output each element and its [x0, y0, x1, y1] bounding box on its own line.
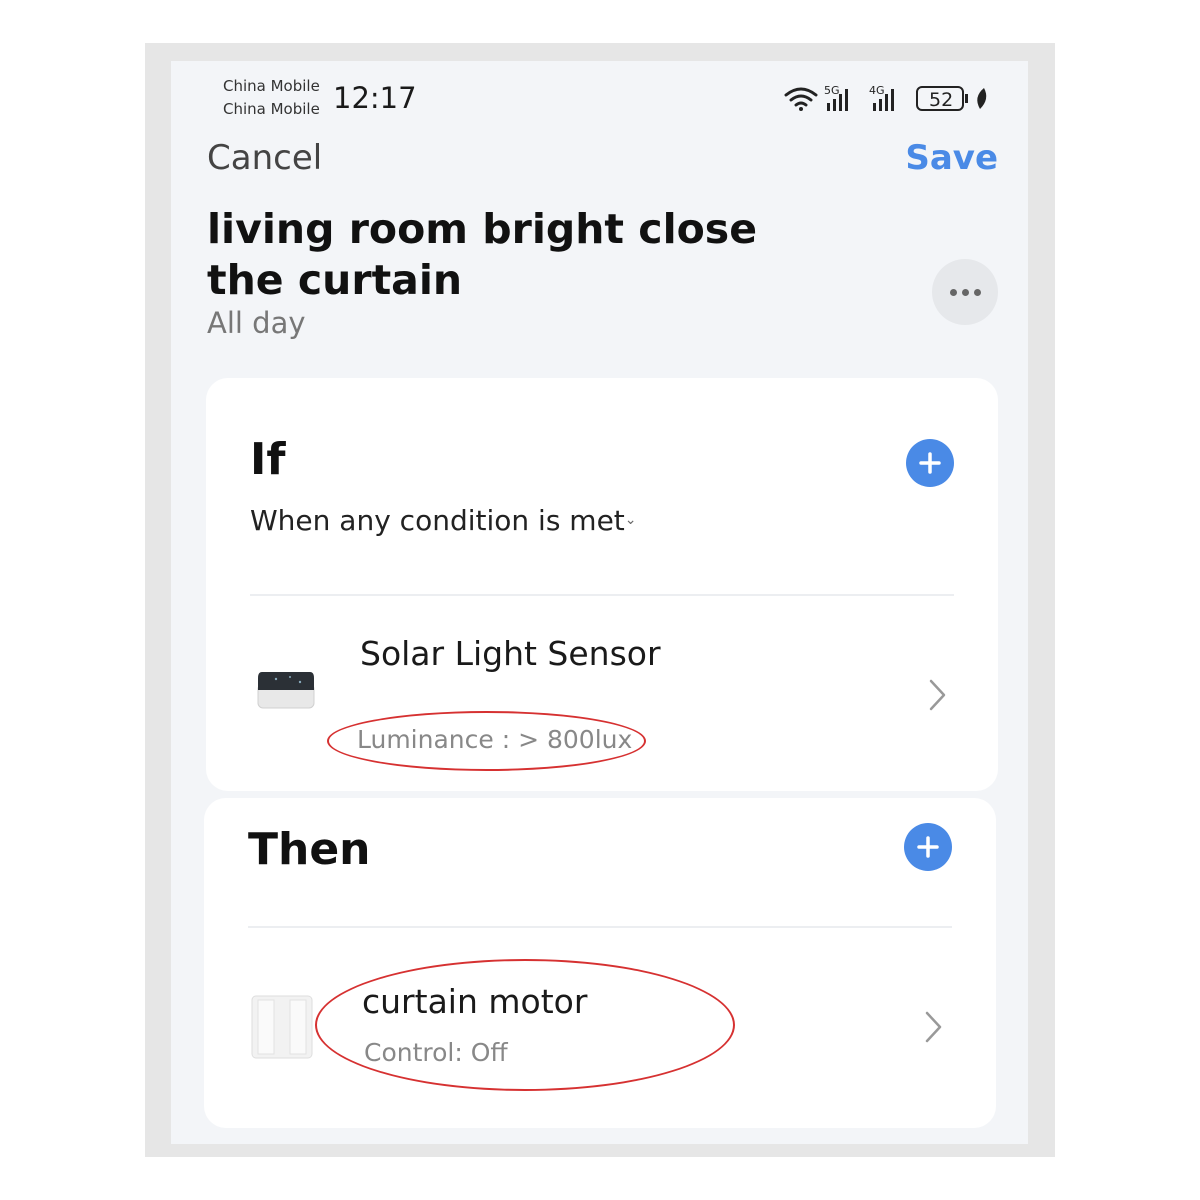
if-card: If When any condition is met⌄ Solar Ligh…: [206, 378, 998, 791]
carrier-label-2: China Mobile: [223, 100, 320, 118]
if-heading: If: [250, 434, 286, 485]
action-device-name: curtain motor: [362, 982, 588, 1021]
condition-mode-label: When any condition is met: [250, 504, 625, 537]
plus-icon: [919, 452, 941, 474]
annotation-ellipse: [315, 959, 735, 1091]
then-heading: Then: [248, 824, 371, 875]
scene-title: living room bright close the curtain: [207, 205, 758, 304]
leaf-icon: [977, 88, 987, 109]
condition-detail: Luminance : > 800lux: [357, 725, 633, 754]
scene-schedule[interactable]: All day: [207, 306, 306, 340]
if-divider: [250, 594, 954, 596]
network-5g-label: 5G: [824, 84, 840, 97]
condition-mode-dropdown[interactable]: When any condition is met⌄: [250, 504, 637, 537]
condition-device-name: Solar Light Sensor: [360, 634, 661, 673]
more-dot: [973, 288, 981, 296]
phone-screen: China Mobile China Mobile 12:17 5G 4G 52…: [171, 61, 1028, 1144]
more-dot: [961, 288, 969, 296]
cancel-button[interactable]: Cancel: [207, 138, 322, 178]
add-action-button[interactable]: [904, 823, 952, 871]
wifi-icon: [784, 87, 818, 111]
add-condition-button[interactable]: [906, 439, 954, 487]
light-sensor-device-icon: [257, 672, 315, 709]
status-icons: 5G 4G 52: [783, 81, 998, 115]
action-detail: Control: Off: [364, 1038, 508, 1067]
more-dot: [949, 288, 957, 296]
carrier-label-1: China Mobile: [223, 77, 320, 95]
battery-icon: 52: [916, 86, 968, 111]
save-button[interactable]: Save: [905, 138, 998, 178]
plus-icon: [917, 836, 939, 858]
more-options-button[interactable]: [932, 259, 998, 325]
curtain-motor-device-icon: [251, 995, 313, 1059]
then-divider: [248, 926, 952, 928]
then-card: Then curtain motor Control: Off: [204, 798, 996, 1128]
chevron-down-icon: ⌄: [624, 512, 637, 528]
status-clock: 12:17: [333, 81, 417, 115]
battery-level: 52: [929, 89, 953, 111]
network-4g-label: 4G: [869, 84, 885, 97]
chevron-right-icon: [929, 679, 946, 711]
chevron-right-icon: [925, 1011, 942, 1043]
